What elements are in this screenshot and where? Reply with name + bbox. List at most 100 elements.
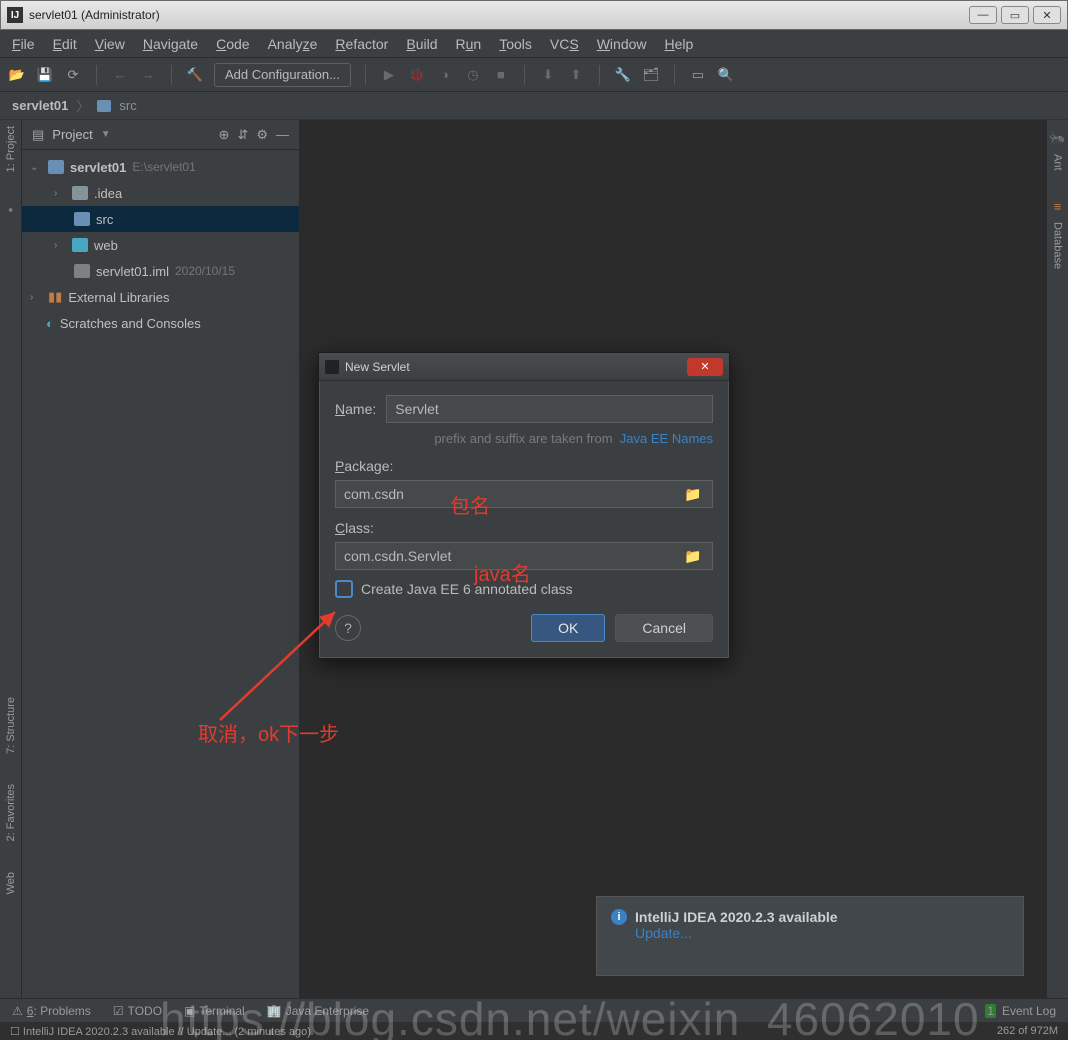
tree-root[interactable]: servlet01 E:\servlet01	[22, 154, 299, 180]
expand-icon[interactable]: ⇵	[237, 127, 248, 143]
forward-icon[interactable]: →	[139, 66, 157, 84]
tab-web[interactable]: Web	[5, 872, 17, 894]
crumb-root[interactable]: servlet01	[12, 98, 68, 113]
device-icon[interactable]: ▭	[689, 66, 707, 84]
tab-database[interactable]: Database	[1052, 222, 1064, 269]
save-icon[interactable]: 💾	[36, 66, 54, 84]
cancel-button[interactable]: Cancel	[615, 614, 713, 642]
menu-run[interactable]: Run	[456, 36, 482, 52]
browse-icon[interactable]: 📁	[682, 486, 704, 503]
wrench-icon[interactable]: 🔧	[614, 66, 632, 84]
tree-item-web[interactable]: web	[22, 232, 299, 258]
back-icon[interactable]: ←	[111, 66, 129, 84]
menu-help[interactable]: Help	[665, 36, 694, 52]
toolbar: 📂 💾 ⟳ ← → 🔨 Add Configuration... ▶ 🐞 ◑ ◷…	[0, 58, 1068, 92]
search-icon[interactable]: 🔍	[717, 66, 735, 84]
tab-problems[interactable]: ⚠6: Problems	[12, 1004, 91, 1018]
tree-item-iml[interactable]: servlet01.iml 2020/10/15	[22, 258, 299, 284]
sidebar-title[interactable]: Project	[52, 127, 92, 142]
menu-edit[interactable]: Edit	[53, 36, 77, 52]
run-icon[interactable]: ▶	[380, 66, 398, 84]
tab-project[interactable]: 1: Project	[5, 126, 17, 172]
stop-icon[interactable]: ■	[492, 66, 510, 84]
chevron-icon[interactable]	[30, 162, 42, 173]
package-input[interactable]: com.csdn 📁	[335, 480, 713, 508]
coverage-icon[interactable]: ◑	[436, 66, 454, 84]
help-button[interactable]: ?	[335, 615, 361, 641]
bottom-toolbar: ⚠6: Problems ☑TODO ▣Terminal 🏢Java Enter…	[0, 998, 1068, 1022]
tab-todo[interactable]: ☑TODO	[113, 1004, 162, 1018]
dialog-titlebar[interactable]: New Servlet ✕	[319, 353, 729, 381]
memory-indicator[interactable]: 262 of 972M	[997, 1025, 1058, 1037]
git-icon[interactable]: ⬇	[539, 66, 557, 84]
menu-build[interactable]: Build	[406, 36, 437, 52]
warning-icon: ⚠	[12, 1004, 23, 1018]
build-hammer-icon[interactable]: 🔨	[186, 66, 204, 84]
folder-icon: ▪	[8, 202, 13, 217]
menu-file[interactable]: File	[12, 36, 35, 52]
folder-icon	[97, 100, 111, 112]
refresh-icon[interactable]: ⟳	[64, 66, 82, 84]
class-input[interactable]: com.csdn.Servlet 📁	[335, 542, 713, 570]
tab-favorites[interactable]: 2: Favorites	[5, 784, 17, 841]
tab-ant[interactable]: Ant	[1052, 154, 1064, 171]
tab-java-enterprise[interactable]: 🏢Java Enterprise	[267, 1004, 369, 1018]
menu-refactor[interactable]: Refactor	[335, 36, 388, 52]
maximize-button[interactable]: ▭	[1001, 6, 1029, 24]
module-icon	[48, 160, 64, 174]
name-label: Name:	[335, 401, 376, 417]
close-button[interactable]: ✕	[1033, 6, 1061, 24]
minimize-button[interactable]: —	[969, 6, 997, 24]
menu-tools[interactable]: Tools	[499, 36, 532, 52]
chevron-icon[interactable]	[30, 292, 42, 303]
checkbox-label: Create Java EE 6 annotated class	[361, 581, 573, 597]
menu-view[interactable]: View	[95, 36, 125, 52]
java-ee-names-link[interactable]: Java EE Names	[620, 431, 713, 446]
terminal-icon: ▣	[184, 1004, 195, 1018]
left-tool-gutter: 1: Project ▪ 7: Structure 2: Favorites W…	[0, 120, 22, 1005]
target-icon[interactable]: ⊕	[219, 127, 230, 143]
tree-scratches[interactable]: ◐ Scratches and Consoles	[22, 310, 299, 336]
tab-event-log[interactable]: 1Event Log	[985, 1004, 1056, 1018]
tree-external-libs[interactable]: ▮▮ External Libraries	[22, 284, 299, 310]
chevron-icon[interactable]	[54, 188, 66, 199]
browse-icon[interactable]: 📁	[682, 548, 704, 565]
git-push-icon[interactable]: ⬆	[567, 66, 585, 84]
gear-icon[interactable]: ⚙	[256, 127, 268, 143]
ok-button[interactable]: OK	[531, 614, 605, 642]
create-annotated-checkbox[interactable]	[335, 580, 353, 598]
breadcrumb: servlet01 〉 src	[0, 92, 1068, 120]
menu-navigate[interactable]: Navigate	[143, 36, 198, 52]
status-bar: ☐ IntelliJ IDEA 2020.2.3 available // Up…	[0, 1022, 1068, 1040]
chevron-icon[interactable]	[54, 240, 66, 251]
window-title: servlet01 (Administrator)	[29, 8, 160, 22]
update-link[interactable]: Update...	[635, 925, 692, 941]
todo-icon: ☑	[113, 1004, 124, 1018]
menu-code[interactable]: Code	[216, 36, 249, 52]
structure-icon[interactable]: 🗂	[642, 66, 660, 84]
name-hint: prefix and suffix are taken from Java EE…	[335, 431, 713, 446]
dialog-close-button[interactable]: ✕	[687, 358, 723, 376]
project-tree: servlet01 E:\servlet01 .idea src web ser…	[22, 150, 299, 340]
hide-icon[interactable]: —	[276, 127, 289, 142]
ant-icon: 🐜	[1049, 130, 1065, 146]
debug-icon[interactable]: 🐞	[408, 66, 426, 84]
open-icon[interactable]: 📂	[8, 66, 26, 84]
web-folder-icon	[72, 238, 88, 252]
menu-analyze[interactable]: Analyze	[268, 36, 318, 52]
status-message[interactable]: ☐ IntelliJ IDEA 2020.2.3 available // Up…	[10, 1025, 311, 1038]
tab-terminal[interactable]: ▣Terminal	[184, 1004, 245, 1018]
javaee-icon: 🏢	[267, 1004, 282, 1018]
name-input[interactable]: Servlet	[386, 395, 713, 423]
crumb-src[interactable]: src	[119, 98, 136, 113]
separator	[674, 65, 675, 85]
tree-item-idea[interactable]: .idea	[22, 180, 299, 206]
add-configuration-button[interactable]: Add Configuration...	[214, 63, 351, 87]
project-sidebar: ▤ Project ▼ ⊕ ⇵ ⚙ — servlet01 E:\servlet…	[22, 120, 300, 1005]
profile-icon[interactable]: ◷	[464, 66, 482, 84]
tree-item-src[interactable]: src	[22, 206, 299, 232]
chevron-down-icon[interactable]: ▼	[101, 129, 111, 140]
tab-structure[interactable]: 7: Structure	[5, 697, 17, 754]
menu-window[interactable]: Window	[597, 36, 647, 52]
menu-vcs[interactable]: VCS	[550, 36, 579, 52]
